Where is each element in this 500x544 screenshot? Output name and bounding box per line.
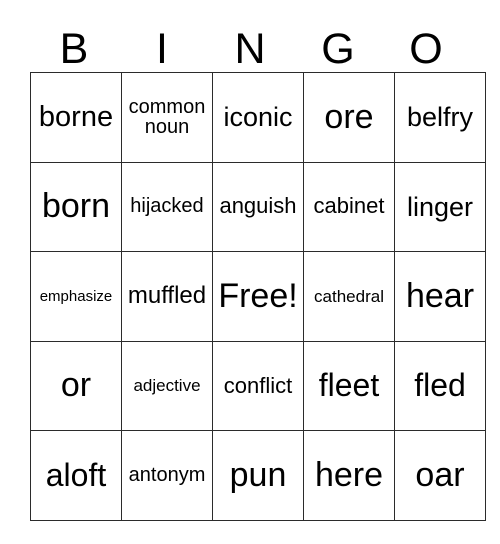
- bingo-cell[interactable]: conflict: [212, 340, 304, 432]
- bingo-cell[interactable]: born: [30, 161, 122, 253]
- bingo-cell-free[interactable]: Free!: [212, 251, 304, 342]
- bingo-cell[interactable]: hear: [394, 251, 486, 342]
- bingo-cell-label: born: [41, 187, 111, 226]
- bingo-cell[interactable]: fled: [394, 340, 486, 432]
- bingo-cell-label: iconic: [223, 102, 293, 133]
- bingo-cell[interactable]: linger: [394, 161, 486, 253]
- bingo-cell-label: conflict: [223, 372, 293, 398]
- bingo-grid: borne common noun iconic ore belfry born…: [30, 72, 486, 521]
- bingo-cell[interactable]: fleet: [303, 340, 395, 432]
- header-letter-n: N: [234, 25, 266, 73]
- bingo-row: aloft antonym pun here oar: [30, 430, 486, 521]
- bingo-cell-label: or: [60, 366, 92, 405]
- bingo-cell-label: belfry: [406, 102, 474, 133]
- bingo-cell[interactable]: adjective: [121, 340, 213, 432]
- bingo-cell-label: ore: [324, 97, 374, 136]
- header-letter-o: O: [409, 25, 443, 73]
- bingo-cell-label: common noun: [128, 95, 206, 139]
- bingo-cell[interactable]: here: [303, 430, 395, 521]
- bingo-cell[interactable]: or: [30, 340, 122, 432]
- bingo-cell-label: fled: [414, 367, 466, 404]
- bingo-cell[interactable]: pun: [212, 430, 304, 521]
- bingo-cell-label: pun: [229, 455, 287, 494]
- bingo-cell-label: oar: [415, 455, 465, 494]
- bingo-row: born hijacked anguish cabinet linger: [30, 161, 486, 253]
- bingo-cell-label: cathedral: [314, 286, 384, 306]
- bingo-cell-label: emphasize: [39, 287, 113, 305]
- bingo-cell-label: aloft: [45, 457, 107, 494]
- bingo-cell-label: fleet: [318, 367, 380, 404]
- bingo-cell-label: Free!: [218, 276, 298, 315]
- bingo-cell-label: here: [314, 455, 384, 494]
- bingo-cell-label: muffled: [127, 282, 207, 309]
- header-letter-b: B: [59, 25, 89, 73]
- bingo-cell[interactable]: anguish: [212, 161, 304, 253]
- bingo-cell-label: adjective: [133, 376, 201, 396]
- bingo-cell[interactable]: common noun: [121, 72, 213, 163]
- bingo-cell[interactable]: hijacked: [121, 161, 213, 253]
- bingo-cell-label: hear: [405, 276, 475, 315]
- bingo-cell[interactable]: belfry: [394, 72, 486, 163]
- bingo-cell-label: borne: [38, 101, 114, 134]
- bingo-row: borne common noun iconic ore belfry: [30, 72, 486, 163]
- bingo-cell[interactable]: ore: [303, 72, 395, 163]
- bingo-cell[interactable]: cathedral: [303, 251, 395, 342]
- bingo-cell-label: hijacked: [130, 195, 204, 218]
- bingo-cell-label: cabinet: [313, 193, 385, 219]
- bingo-header: B I N G O: [30, 14, 470, 72]
- bingo-cell[interactable]: muffled: [121, 251, 213, 342]
- bingo-cell[interactable]: borne: [30, 72, 122, 163]
- bingo-cell[interactable]: aloft: [30, 430, 122, 521]
- bingo-cell[interactable]: cabinet: [303, 161, 395, 253]
- bingo-card: B I N G O borne common noun iconic ore b…: [30, 14, 486, 521]
- header-letter-g: G: [321, 25, 355, 73]
- bingo-row: emphasize muffled Free! cathedral hear: [30, 251, 486, 342]
- bingo-cell[interactable]: emphasize: [30, 251, 122, 342]
- header-letter-i: I: [156, 25, 168, 73]
- bingo-cell[interactable]: antonym: [121, 430, 213, 521]
- bingo-row: or adjective conflict fleet fled: [30, 340, 486, 432]
- bingo-cell[interactable]: oar: [394, 430, 486, 521]
- bingo-cell-label: anguish: [219, 193, 297, 219]
- bingo-cell-label: antonym: [128, 464, 206, 487]
- bingo-cell[interactable]: iconic: [212, 72, 304, 163]
- bingo-cell-label: linger: [406, 191, 474, 222]
